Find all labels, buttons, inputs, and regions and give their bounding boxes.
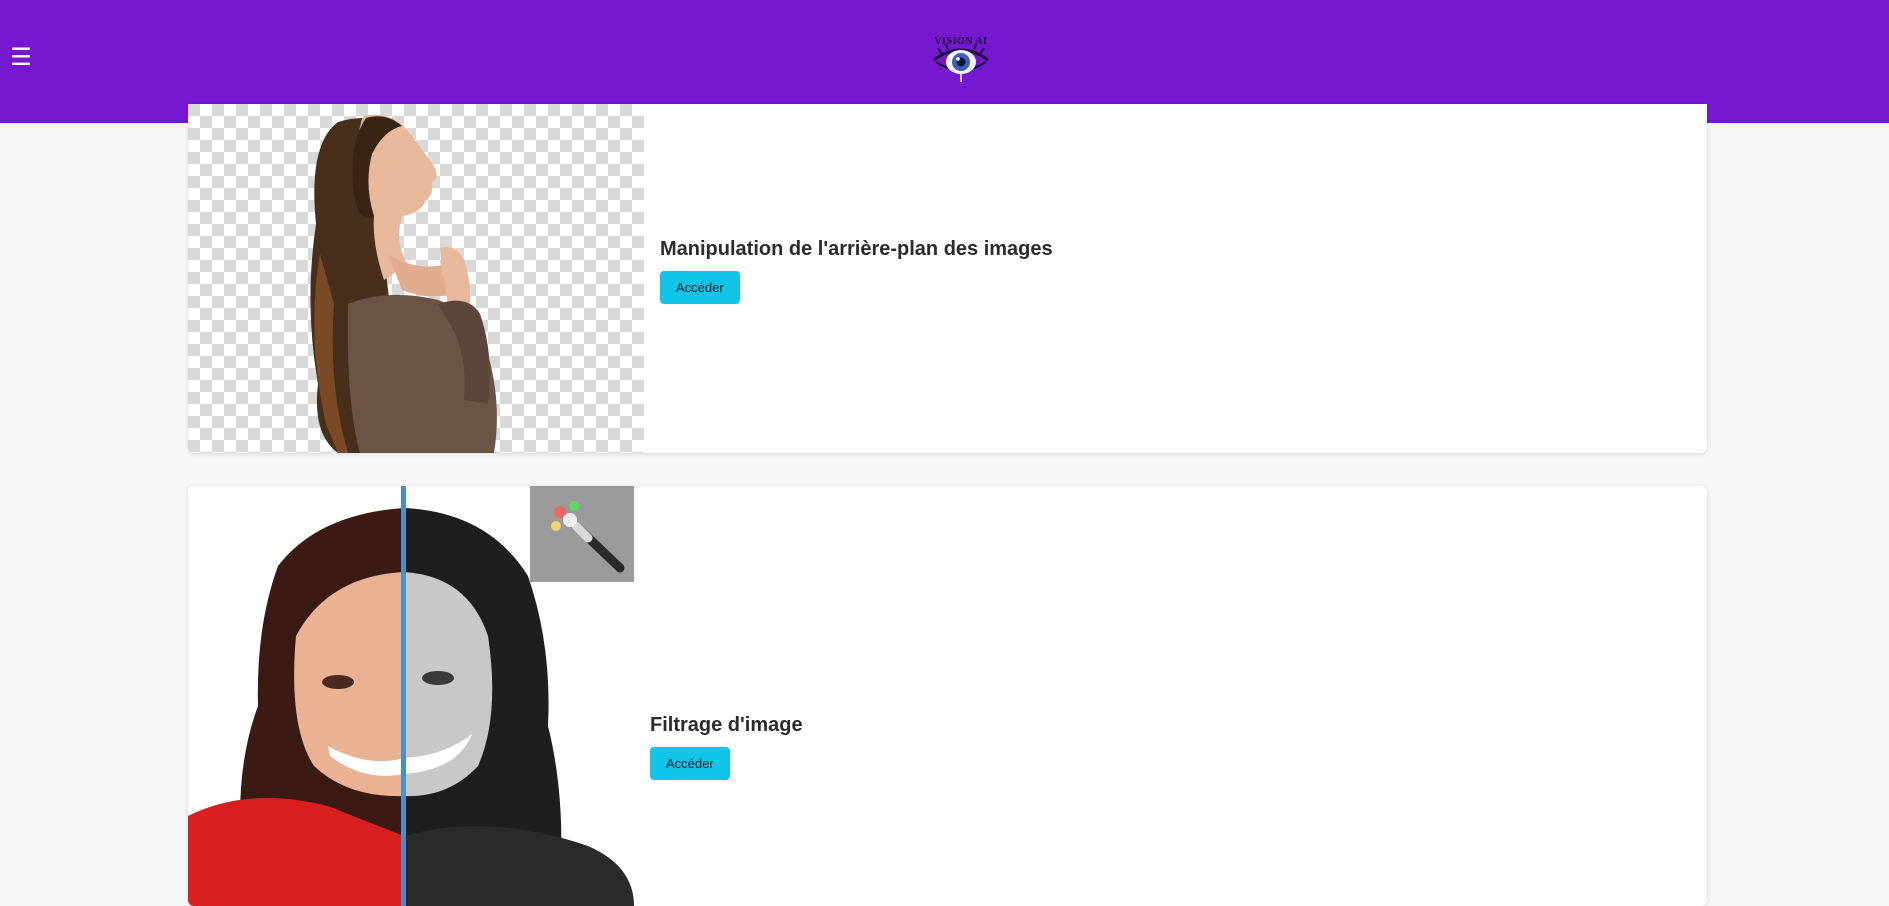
card-body: Manipulation de l'arrière-plan des image… [660, 238, 1053, 304]
hamburger-menu-icon[interactable]: ☰ [10, 45, 32, 69]
feature-card-background: Manipulation de l'arrière-plan des image… [188, 104, 1707, 453]
image-filtering-image [188, 486, 634, 906]
access-filter-button[interactable]: Accéder [650, 747, 730, 780]
access-background-button[interactable]: Accéder [660, 271, 740, 304]
card-title: Filtrage d'image [650, 714, 803, 736]
feature-card-filter: Filtrage d'image Accéder [188, 486, 1707, 906]
card-title: Manipulation de l'arrière-plan des image… [660, 238, 1053, 260]
background-removal-image [188, 104, 644, 453]
logo-text: VISION AI [934, 36, 987, 47]
card-body: Filtrage d'image Accéder [650, 714, 803, 780]
vision-ai-logo[interactable]: VISION AI [928, 34, 994, 84]
